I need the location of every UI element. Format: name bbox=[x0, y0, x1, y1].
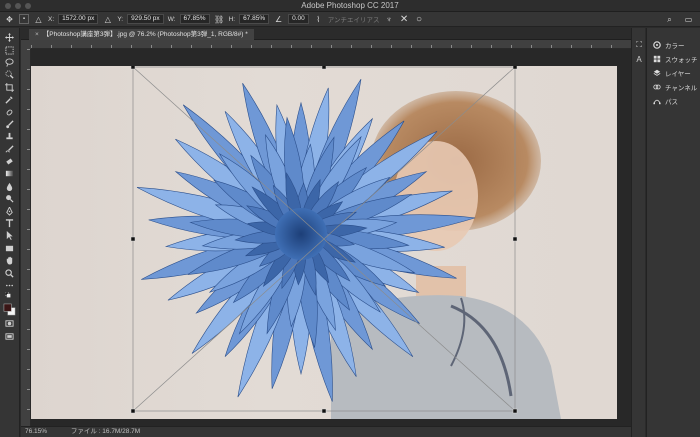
type-tool-icon[interactable] bbox=[3, 218, 17, 229]
hand-tool-icon[interactable] bbox=[3, 255, 17, 266]
antialias-label: アンチエイリアス bbox=[327, 17, 380, 24]
brush-tool-icon[interactable] bbox=[3, 119, 17, 130]
panel-paths[interactable]: パス bbox=[647, 94, 700, 108]
color-wheel-icon bbox=[653, 41, 661, 49]
panel-layers[interactable]: レイヤー bbox=[647, 66, 700, 80]
x-label: X: bbox=[48, 15, 55, 23]
zoom-level[interactable]: 76.15% bbox=[25, 428, 47, 435]
file-size-info[interactable]: ファイル : 16.7M/28.7M bbox=[71, 428, 140, 435]
w-field[interactable]: 67.85% bbox=[179, 14, 210, 24]
zoom-window-icon[interactable] bbox=[25, 3, 31, 9]
document-tab-bar: × 【Photoshop講座第3弾】.jpg @ 76.2% (Photoshop… bbox=[21, 28, 631, 40]
document-tab-title: 【Photoshop講座第3弾】.jpg @ 76.2% (Photoshop第… bbox=[42, 31, 248, 38]
minimize-window-icon[interactable] bbox=[15, 3, 21, 9]
swatches-grid-icon bbox=[653, 55, 661, 63]
panel-label: スウォッチ bbox=[665, 57, 698, 64]
close-window-icon[interactable] bbox=[5, 3, 11, 9]
commit-circle-icon[interactable]: ○ bbox=[414, 14, 425, 25]
workspace-icon[interactable]: ▭ bbox=[683, 14, 694, 25]
reference-point-icon[interactable]: ▪ bbox=[19, 14, 29, 24]
window-titlebar: Adobe Photoshop CC 2017 bbox=[0, 0, 700, 12]
document-tab[interactable]: × 【Photoshop講座第3弾】.jpg @ 76.2% (Photoshop… bbox=[29, 29, 254, 40]
crop-tool-icon[interactable] bbox=[3, 82, 17, 93]
panel-label: チャンネル bbox=[665, 85, 698, 92]
eraser-tool-icon[interactable] bbox=[3, 156, 17, 167]
move-tool-icon[interactable]: ✥ bbox=[4, 14, 15, 25]
tools-panel bbox=[0, 28, 20, 437]
screen-mode-icon[interactable] bbox=[3, 331, 17, 342]
angle-field[interactable]: 0.00 bbox=[288, 14, 309, 24]
close-tab-icon[interactable]: × bbox=[35, 31, 39, 38]
ruler-origin[interactable] bbox=[21, 40, 31, 49]
close-icon[interactable]: ✕ bbox=[399, 14, 410, 25]
layers-icon bbox=[653, 69, 661, 76]
blur-tool-icon[interactable] bbox=[3, 181, 17, 192]
vertical-ruler[interactable] bbox=[21, 49, 31, 426]
link-icon[interactable]: ⛓ bbox=[214, 14, 225, 25]
panel-dock: カラー スウォッチ レイヤー チャンネル パス bbox=[646, 28, 700, 437]
window-title: Adobe Photoshop CC 2017 bbox=[301, 1, 399, 10]
eyedropper-tool-icon[interactable] bbox=[3, 94, 17, 105]
panel-channels[interactable]: チャンネル bbox=[647, 80, 700, 94]
quick-select-tool-icon[interactable] bbox=[3, 69, 17, 80]
panel-color[interactable]: カラー bbox=[647, 38, 700, 52]
zoom-tool-icon[interactable] bbox=[3, 267, 17, 278]
history-brush-icon[interactable] bbox=[3, 144, 17, 155]
delta-icon: △ bbox=[35, 14, 42, 24]
marquee-tool-icon[interactable] bbox=[3, 44, 17, 55]
horizontal-ruler[interactable] bbox=[31, 40, 631, 49]
panel-swatches[interactable]: スウォッチ bbox=[647, 52, 700, 66]
character-panel-icon[interactable]: A bbox=[632, 52, 646, 66]
x-field[interactable]: 1572.00 px bbox=[58, 14, 99, 24]
status-bar: 76.15% ファイル : 16.7M/28.7M bbox=[21, 426, 631, 437]
clone-stamp-icon[interactable] bbox=[3, 131, 17, 142]
gradient-tool-icon[interactable] bbox=[3, 168, 17, 179]
panel-label: レイヤー bbox=[665, 71, 691, 78]
warp-icon[interactable]: ⌇ bbox=[313, 14, 324, 25]
document-image[interactable] bbox=[31, 66, 617, 419]
dodge-tool-icon[interactable] bbox=[3, 193, 17, 204]
options-bar: ✥ ▪ △ X: 1572.00 px △ Y: 929.50 px W: 67… bbox=[0, 12, 700, 27]
warp-mode-icon[interactable]: ♆ bbox=[384, 14, 395, 25]
pen-tool-icon[interactable] bbox=[3, 205, 17, 216]
photo-artwork bbox=[130, 66, 561, 419]
paths-icon bbox=[653, 99, 661, 105]
history-panel-icon[interactable]: ⛶ bbox=[632, 38, 646, 52]
h-label: H: bbox=[228, 15, 236, 23]
more-tools-icon[interactable] bbox=[3, 280, 17, 291]
healing-brush-icon[interactable] bbox=[3, 106, 17, 117]
y-field[interactable]: 929.50 px bbox=[127, 14, 164, 24]
window-controls[interactable] bbox=[5, 3, 31, 9]
canvas-area[interactable] bbox=[31, 49, 631, 426]
channels-icon bbox=[653, 84, 661, 90]
collapsed-panel-dock: ⛶ A bbox=[631, 28, 645, 437]
default-colors-icon[interactable] bbox=[3, 291, 17, 300]
path-select-icon[interactable] bbox=[3, 230, 17, 241]
angle-icon: ∠ bbox=[275, 14, 283, 24]
quick-mask-icon[interactable] bbox=[3, 318, 17, 329]
rectangle-tool-icon[interactable] bbox=[3, 243, 17, 254]
y-label: Y: bbox=[117, 15, 124, 23]
h-field[interactable]: 67.85% bbox=[239, 14, 270, 24]
panel-label: パス bbox=[665, 99, 678, 106]
lasso-tool-icon[interactable] bbox=[3, 57, 17, 68]
color-swatch-icon[interactable] bbox=[3, 301, 17, 317]
w-label: W: bbox=[167, 15, 176, 23]
search-icon[interactable]: ⌕ bbox=[664, 14, 675, 25]
move-tool-icon[interactable] bbox=[3, 32, 17, 43]
delta-icon: △ bbox=[104, 14, 111, 24]
panel-label: カラー bbox=[665, 43, 685, 50]
